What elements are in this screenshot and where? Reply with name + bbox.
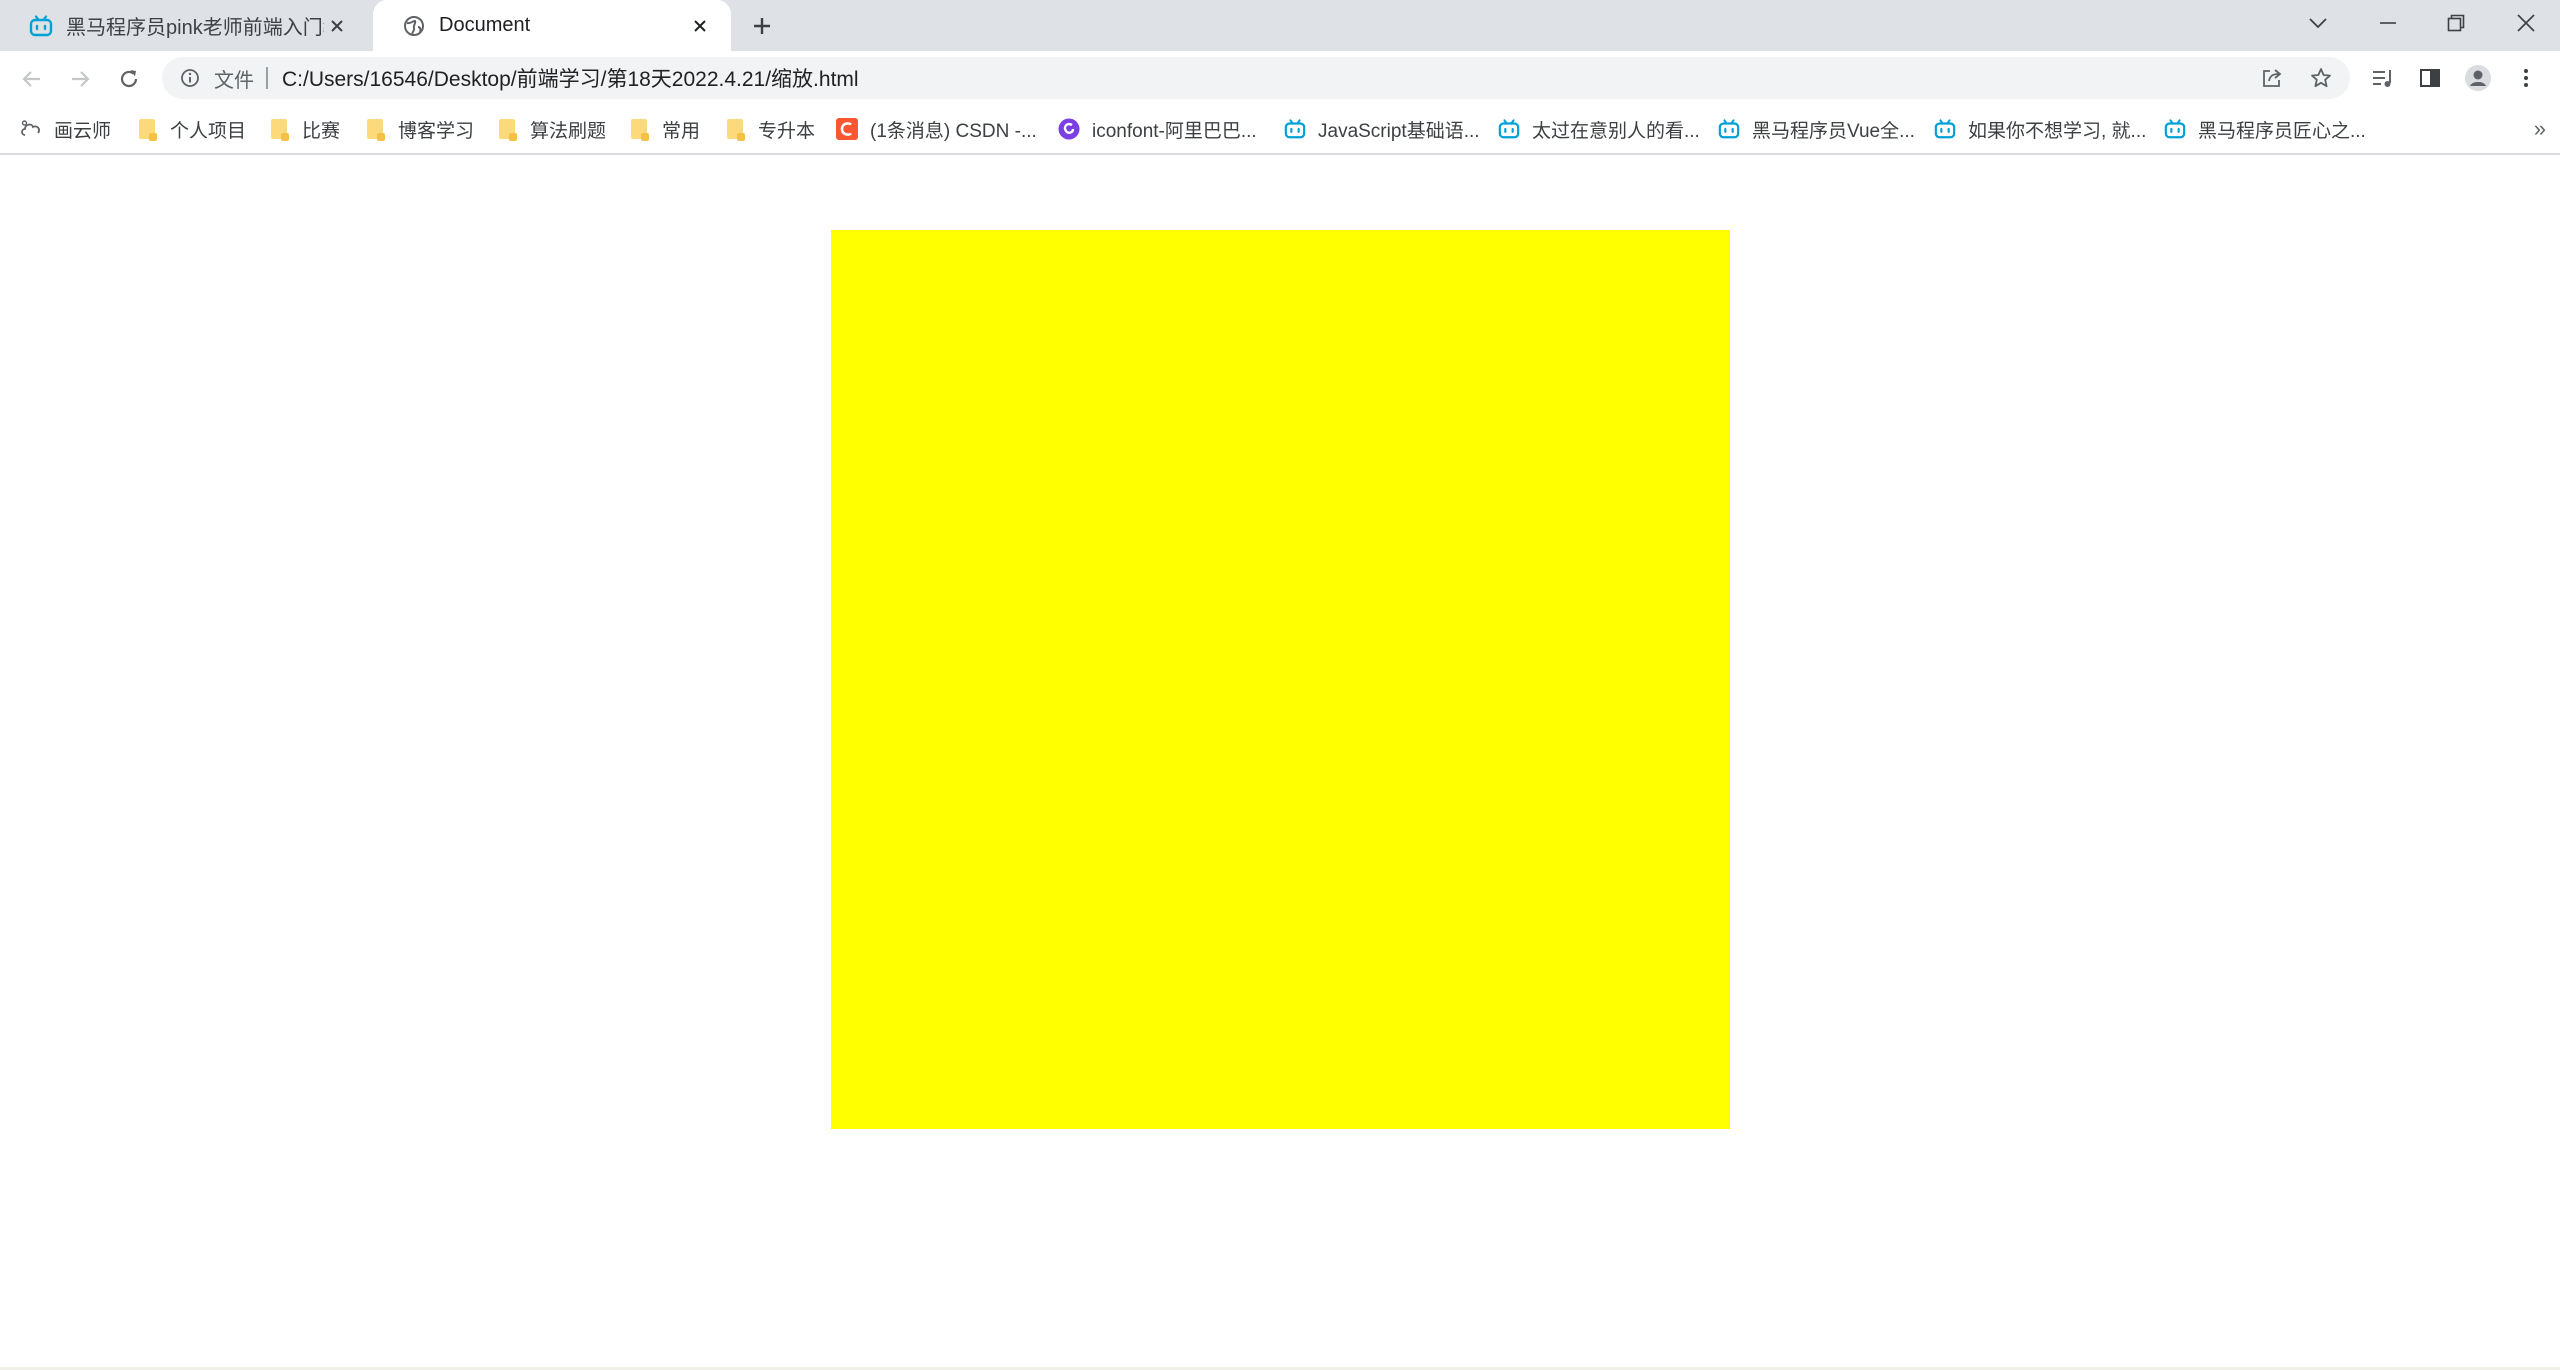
bookmark-folder[interactable]: 博客学习 <box>364 113 474 145</box>
new-tab-button[interactable] <box>746 10 778 42</box>
bookmark-folder[interactable]: 比赛 <box>268 113 340 145</box>
close-tab-icon[interactable] <box>324 13 350 39</box>
bookmark-star-icon[interactable] <box>2308 65 2334 91</box>
bookmark-item[interactable]: (1条消息) CSDN -... <box>836 113 1037 145</box>
globe-icon <box>401 13 427 39</box>
side-panel-icon[interactable] <box>2414 62 2446 94</box>
bookmark-label: 如果你不想学习, 就... <box>1968 120 2147 142</box>
close-tab-icon[interactable] <box>687 13 713 39</box>
folder-icon <box>628 118 650 141</box>
browser-toolbar: 文件 C:/Users/16546/Desktop/前端学习/第18天2022.… <box>0 51 2560 105</box>
bookmark-item[interactable]: 黑马程序员匠心之... <box>2164 113 2366 145</box>
bookmark-label: 比赛 <box>302 120 341 142</box>
address-bar[interactable]: 文件 C:/Users/16546/Desktop/前端学习/第18天2022.… <box>162 57 2350 99</box>
divider <box>266 67 268 89</box>
bookmark-label: 黑马程序员Vue全... <box>1752 120 1915 142</box>
bookmark-item[interactable]: iconfont-阿里巴巴... <box>1058 113 1257 145</box>
bookmark-label: 专升本 <box>758 120 816 142</box>
back-arrow-icon[interactable] <box>14 61 50 97</box>
url-text[interactable]: C:/Users/16546/Desktop/前端学习/第18天2022.4.2… <box>282 63 859 93</box>
scaled-yellow-box <box>831 230 1730 1129</box>
bookmark-label: 黑马程序员匠心之... <box>2198 120 2366 142</box>
reload-icon[interactable] <box>111 61 147 97</box>
reading-list-icon[interactable] <box>2367 62 2399 94</box>
bookmark-label: 画云师 <box>54 120 112 142</box>
profile-avatar-icon[interactable] <box>2462 62 2494 94</box>
bookmark-label: JavaScript基础语... <box>1318 120 1480 142</box>
minimize-icon[interactable] <box>2357 0 2419 46</box>
bookmark-label: 个人项目 <box>170 120 247 142</box>
more-menu-icon[interactable] <box>2510 62 2542 94</box>
bookmark-label: 太过在意别人的看... <box>1532 120 1700 142</box>
bilibili-icon <box>1718 118 1740 140</box>
bilibili-icon <box>28 13 54 39</box>
page-viewport <box>0 155 2560 1370</box>
bilibili-icon <box>2164 118 2186 140</box>
restore-window-icon[interactable] <box>2425 0 2487 46</box>
bookmark-label: 博客学习 <box>398 120 475 142</box>
share-icon[interactable] <box>2259 65 2285 91</box>
scheme-label: 文件 <box>214 69 254 92</box>
folder-icon <box>268 118 290 141</box>
tab-document[interactable]: Document <box>373 0 731 51</box>
tab-bilibili-course[interactable]: 黑马程序员pink老师前端入门教程 <box>0 0 368 51</box>
folder-icon <box>724 118 746 141</box>
bookmarks-bar: 画云师 个人项目 比赛 博客学习 算法刷题 常用 专升本 (1条消息) CSDN… <box>0 105 2560 155</box>
bookmark-label: 常用 <box>662 120 701 142</box>
bookmark-folder[interactable]: 专升本 <box>724 113 815 145</box>
iconfont-icon <box>1058 118 1080 140</box>
tab-title: 黑马程序员pink老师前端入门教程 <box>66 17 324 39</box>
forward-arrow-icon[interactable] <box>62 61 98 97</box>
bookmark-item[interactable]: 如果你不想学习, 就... <box>1934 113 2146 145</box>
bookmark-folder[interactable]: 常用 <box>628 113 700 145</box>
bookmark-item[interactable]: JavaScript基础语... <box>1284 113 1480 145</box>
bilibili-icon <box>1934 118 1956 140</box>
site-info-icon[interactable] <box>178 66 202 90</box>
tab-strip: 黑马程序员pink老师前端入门教程 Document <box>0 0 2560 51</box>
bilibili-icon <box>1284 118 1306 140</box>
folder-icon <box>364 118 386 141</box>
cloud-icon <box>20 118 42 140</box>
tab-search-chevron-down-icon[interactable] <box>2287 0 2349 46</box>
bookmark-item[interactable]: 黑马程序员Vue全... <box>1718 113 1915 145</box>
bookmarks-overflow-button[interactable]: » <box>2534 113 2546 145</box>
bookmark-label: 算法刷题 <box>530 120 607 142</box>
bookmark-label: (1条消息) CSDN -... <box>870 120 1037 142</box>
tab-title: Document <box>439 14 531 36</box>
csdn-icon <box>836 118 858 140</box>
bookmark-item[interactable]: 画云师 <box>20 113 111 145</box>
bilibili-icon <box>1498 118 1520 140</box>
bookmark-label: iconfont-阿里巴巴... <box>1092 120 1257 142</box>
close-window-icon[interactable] <box>2495 0 2557 46</box>
folder-icon <box>496 118 518 141</box>
folder-icon <box>136 118 158 141</box>
bookmark-folder[interactable]: 算法刷题 <box>496 113 606 145</box>
bookmark-folder[interactable]: 个人项目 <box>136 113 246 145</box>
bookmark-item[interactable]: 太过在意别人的看... <box>1498 113 1700 145</box>
